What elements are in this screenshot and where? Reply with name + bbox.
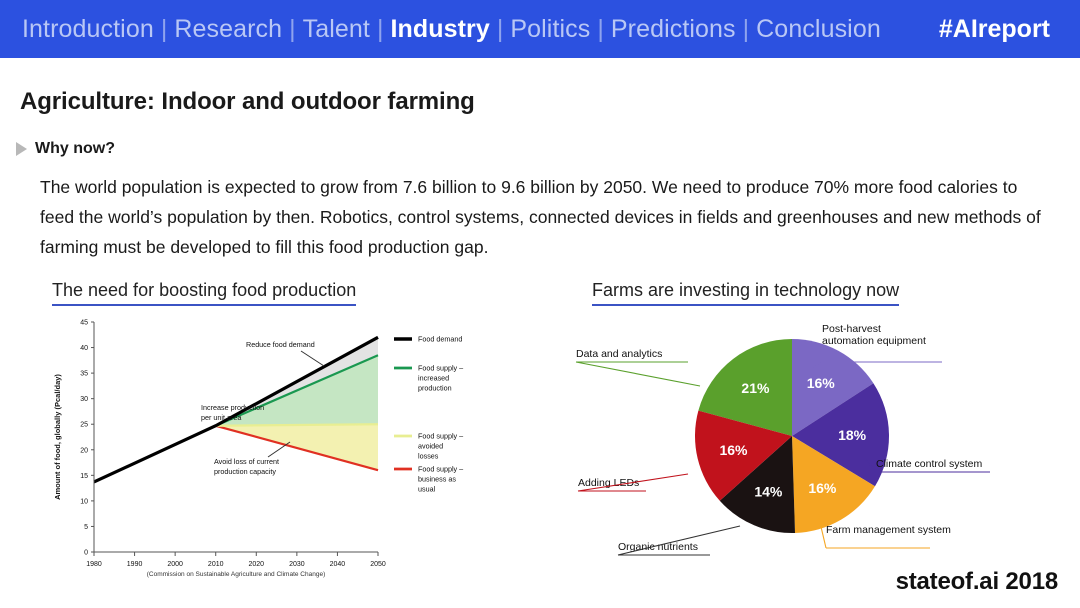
pie-callout-label: Post-harvest	[822, 323, 881, 335]
nav-separator: |	[160, 14, 168, 43]
nav-item-predictions[interactable]: Predictions	[611, 15, 736, 44]
nav-separator: |	[376, 14, 384, 43]
why-now-label: Why now?	[35, 140, 115, 157]
nav-item-industry[interactable]: Industry	[390, 15, 489, 44]
x-axis-tick: 1990	[127, 561, 143, 568]
food-production-line-chart: 0 5 10 15 20 25 30 35 40 45 1980 1990 2000 2010 2020 2…	[46, 314, 486, 594]
legend-label: Food supply –	[418, 465, 463, 474]
nav-separator: |	[742, 14, 750, 43]
y-axis-tick: 0	[84, 550, 88, 557]
pie-chart-svg: 21% 16% 18% 16% 14% 16% Data and analytics Pos…	[575, 323, 990, 556]
footer-brand: stateof.ai 2018	[895, 568, 1059, 595]
y-axis-tick: 35	[80, 371, 88, 378]
chart-source-note: (Commission on Sustainable Agriculture a…	[147, 571, 325, 578]
legend-label: losses	[418, 452, 439, 461]
report-hashtag: #AIreport	[938, 14, 1050, 43]
pie-slice-percent: 18%	[838, 427, 867, 443]
y-axis-tick: 25	[80, 422, 88, 429]
legend-label: business as	[418, 475, 456, 484]
pie-callout-label: Organic nutrients	[618, 541, 698, 553]
x-axis-tick: 1980	[86, 561, 102, 568]
triangle-right-icon	[16, 142, 27, 156]
left-panel-heading: The need for boosting food production	[52, 280, 357, 306]
legend-label: Food demand	[418, 335, 462, 344]
nav-separator: |	[289, 14, 296, 43]
nav-item-politics[interactable]: Politics	[510, 15, 590, 44]
pie-slice-percent: 16%	[807, 375, 836, 391]
page-title: Agriculture: Indoor and outdoor farming	[20, 88, 475, 115]
pie-slice-percent: 14%	[754, 483, 783, 499]
legend-label: Food supply –	[418, 432, 463, 441]
annotation-increase-production-line1: Increase production	[201, 403, 264, 412]
x-axis-tick: 2040	[330, 561, 346, 568]
pie-slice-percent: 16%	[808, 480, 837, 496]
pie-callout-leader	[575, 361, 701, 387]
y-axis-tick: 20	[80, 447, 88, 454]
x-axis-tick: 2020	[248, 561, 264, 568]
body-paragraph: The world population is expected to grow…	[40, 177, 1041, 257]
y-axis-tick: 10	[80, 498, 88, 505]
pie-slice-percent: 16%	[719, 442, 748, 458]
farm-technology-pie-chart: 21% 16% 18% 16% 14% 16% Data and analytics Pos…	[570, 314, 1070, 584]
nav-separator: |	[496, 14, 504, 43]
pie-callout-label: Data and analytics	[576, 348, 662, 360]
y-axis-tick: 45	[80, 320, 88, 327]
pie-callout-label: Climate control system	[876, 458, 982, 470]
legend-label: production	[418, 384, 452, 393]
annotation-reduce-food-demand: Reduce food demand	[246, 340, 315, 349]
x-axis-tick: 2000	[167, 561, 183, 568]
nav-item-list: Introduction | Research | Talent | Indus…	[22, 15, 939, 44]
annotation-avoid-loss-line2: production capacity	[214, 467, 276, 476]
legend-label: usual	[418, 485, 436, 494]
legend-label: increased	[418, 374, 449, 383]
why-now-section-header: Why now?	[16, 140, 115, 158]
y-axis-tick: 5	[84, 524, 88, 531]
x-axis-tick: 2030	[289, 561, 305, 568]
nav-item-introduction[interactable]: Introduction	[22, 15, 154, 44]
y-axis-tick: 30	[80, 396, 88, 403]
x-axis-tick: 2050	[370, 561, 386, 568]
pie-callout-label: automation equipment	[822, 335, 926, 347]
annotation-increase-production-line2: per unit area	[201, 413, 241, 422]
y-axis-tick: 15	[80, 473, 88, 480]
nav-item-research[interactable]: Research	[174, 15, 282, 44]
line-chart-svg: 0 5 10 15 20 25 30 35 40 45 1980 1990 2000 2010 2020 2…	[46, 314, 486, 594]
pie-callout-label: Farm management system	[826, 524, 951, 536]
right-panel-heading: Farms are investing in technology now	[592, 280, 900, 306]
y-axis-label: Amount of food, globally (Pcal/day)	[53, 374, 62, 500]
annotation-avoid-loss-line1: Avoid loss of current	[214, 457, 279, 466]
nav-separator: |	[597, 14, 604, 43]
pie-slice-percent: 21%	[741, 380, 770, 396]
y-axis-tick: 40	[80, 345, 88, 352]
legend-label: Food supply –	[418, 364, 463, 373]
x-axis-tick: 2010	[208, 561, 224, 568]
top-navigation-bar: Introduction | Research | Talent | Indus…	[0, 0, 1080, 58]
legend-label: avoided	[418, 442, 443, 451]
nav-item-conclusion[interactable]: Conclusion	[756, 15, 881, 44]
nav-item-talent[interactable]: Talent	[303, 15, 370, 44]
